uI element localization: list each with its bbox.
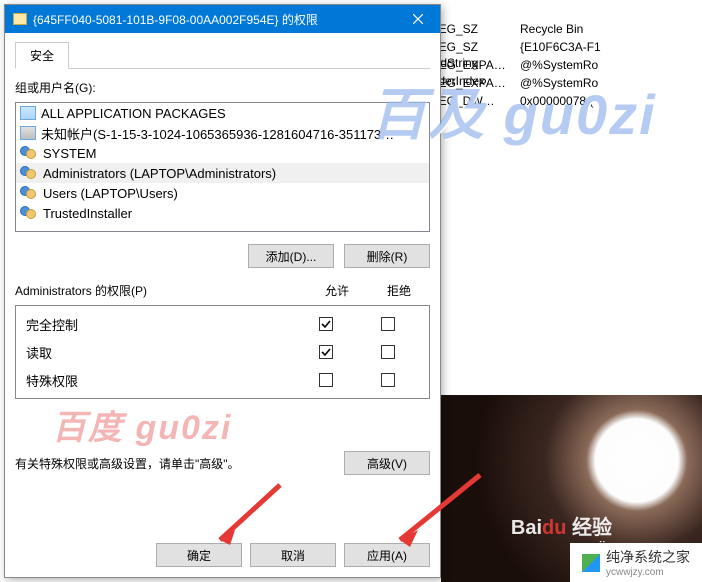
group-users-label: 组或用户名(G): [15,79,430,96]
ok-button[interactable]: 确定 [156,543,242,567]
apply-button[interactable]: 应用(A) [344,543,430,567]
tab-bar: 安全 [15,41,430,69]
bg-wallpaper: Baidu 经验 jin 纯净系统之家 ycwwjzy.com [441,395,702,582]
permissions-dialog: {645FF040-5081-101B-9F08-00AA002F954E} 的… [4,4,441,578]
close-button[interactable] [396,5,440,33]
site-footer: 纯净系统之家 ycwwjzy.com [570,543,702,582]
permission-row: 特殊权限 [16,366,429,394]
package-icon [20,106,36,120]
user-list[interactable]: ALL APPLICATION PACKAGES 未知帐户(S-1-15-3-1… [15,102,430,232]
tab-security[interactable]: 安全 [15,42,69,69]
user-row[interactable]: SYSTEM [16,143,429,163]
user-row[interactable]: Users (LAPTOP\Users) [16,183,429,203]
advanced-button[interactable]: 高级(V) [344,451,430,475]
bg-registry-table: REG_SZRecycle Bin REG_SZ{E10F6C3A-F1 REG… [422,0,702,110]
users-icon [20,206,38,220]
users-icon [20,146,38,160]
allow-checkbox[interactable] [319,317,333,331]
user-row[interactable]: ALL APPLICATION PACKAGES [16,103,429,123]
advanced-hint: 有关特殊权限或高级设置，请单击"高级"。 [15,455,334,472]
user-row[interactable]: TrustedInstaller [16,203,429,223]
user-row[interactable]: Administrators (LAPTOP\Administrators) [16,163,429,183]
permissions-header: Administrators 的权限(P) 允许 拒绝 [15,282,430,299]
remove-button[interactable]: 删除(R) [344,244,430,268]
users-icon [20,186,38,200]
cancel-button[interactable]: 取消 [250,543,336,567]
titlebar[interactable]: {645FF040-5081-101B-9F08-00AA002F954E} 的… [5,5,440,33]
deny-checkbox[interactable] [381,345,395,359]
permissions-table: 完全控制 读取 特殊权限 [15,305,430,399]
deny-checkbox[interactable] [381,317,395,331]
allow-checkbox[interactable] [319,373,333,387]
allow-checkbox[interactable] [319,345,333,359]
add-button[interactable]: 添加(D)... [248,244,334,268]
permission-row: 读取 [16,338,429,366]
close-icon [413,14,423,24]
users-icon [20,166,38,180]
permission-row: 完全控制 [16,310,429,338]
user-row[interactable]: 未知帐户(S-1-15-3-1024-1065365936-1281604716… [16,123,429,143]
deny-checkbox[interactable] [381,373,395,387]
site-icon [582,554,600,572]
window-title: {645FF040-5081-101B-9F08-00AA002F954E} 的… [33,11,396,28]
package-icon [20,126,36,140]
folder-icon [13,13,27,25]
